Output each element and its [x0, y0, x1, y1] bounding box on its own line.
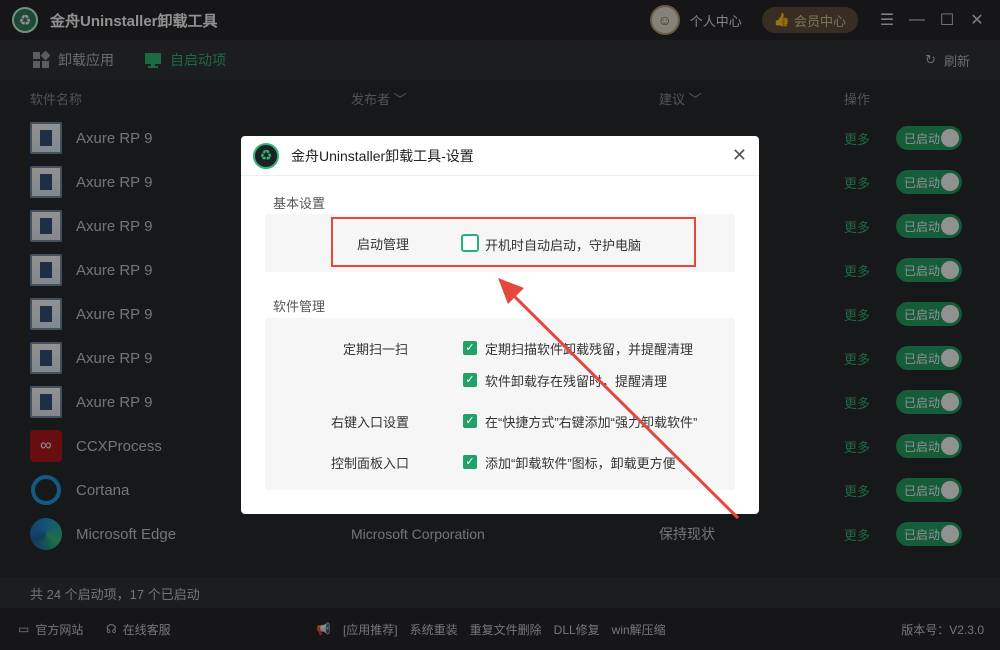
annotation-arrow: [498, 278, 740, 520]
